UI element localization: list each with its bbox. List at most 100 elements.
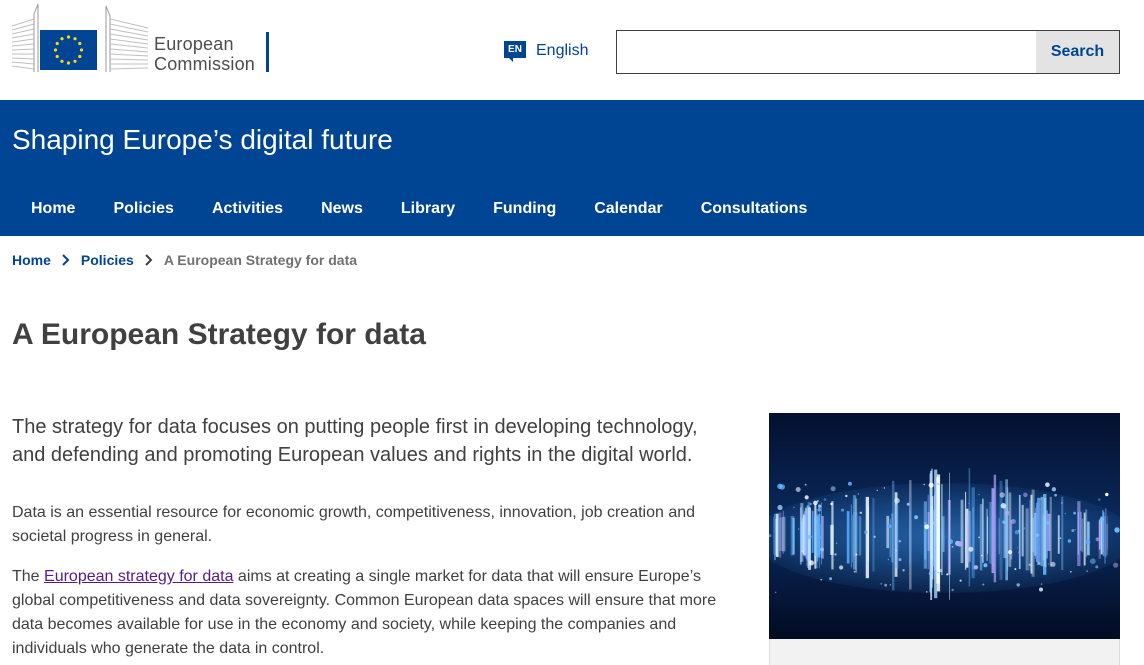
light-streak bbox=[1037, 497, 1041, 566]
language-badge-tail bbox=[508, 57, 513, 62]
light-dot bbox=[857, 493, 859, 495]
light-dot bbox=[1098, 498, 1101, 501]
light-dot bbox=[807, 534, 812, 539]
nav-item-policies[interactable]: Policies bbox=[94, 192, 192, 226]
light-streak bbox=[1077, 512, 1080, 555]
light-streak bbox=[941, 484, 943, 575]
light-dot bbox=[999, 492, 1005, 498]
light-dot bbox=[1046, 521, 1050, 525]
light-streak bbox=[1061, 496, 1064, 571]
light-dot bbox=[880, 582, 883, 585]
strategy-link[interactable]: European strategy for data bbox=[44, 568, 233, 585]
language-selector[interactable]: EN English bbox=[504, 41, 588, 62]
light-dot bbox=[898, 558, 902, 562]
nav-item-calendar[interactable]: Calendar bbox=[575, 192, 681, 226]
european-commission-logo[interactable]: European Commission bbox=[11, 3, 274, 74]
light-dot bbox=[928, 571, 934, 576]
light-dot bbox=[883, 487, 886, 489]
nav-item-activities[interactable]: Activities bbox=[193, 192, 302, 226]
light-dot bbox=[1051, 487, 1057, 492]
nav-item-news[interactable]: News bbox=[302, 192, 382, 226]
logo-line-2: Commission bbox=[154, 54, 256, 74]
body-paragraph-1: Data is an essential resource for econom… bbox=[12, 504, 696, 545]
light-dot bbox=[991, 563, 994, 566]
light-dot bbox=[1114, 527, 1120, 533]
light-dot bbox=[1010, 519, 1016, 524]
light-dot bbox=[820, 578, 823, 581]
data-visualization-image bbox=[754, 413, 1134, 639]
light-streak bbox=[892, 480, 895, 591]
light-streak bbox=[979, 504, 983, 571]
light-dot bbox=[1040, 583, 1043, 585]
light-streak bbox=[930, 470, 932, 596]
light-streak bbox=[1006, 495, 1008, 581]
light-dot bbox=[1074, 529, 1076, 531]
light-dot bbox=[978, 493, 980, 496]
light-streak bbox=[774, 513, 776, 561]
breadcrumb-home[interactable]: Home bbox=[12, 252, 51, 268]
nav-item-home[interactable]: Home bbox=[12, 192, 94, 226]
light-dot bbox=[808, 560, 814, 566]
light-dot bbox=[1016, 583, 1020, 587]
site-header: European Commission EN English Search bbox=[0, 0, 1144, 100]
light-dot bbox=[859, 511, 862, 514]
light-streak bbox=[1034, 507, 1036, 559]
search-form: Search bbox=[616, 30, 1120, 74]
flag-star bbox=[73, 59, 77, 63]
flag-star bbox=[53, 48, 58, 52]
light-dot bbox=[1064, 513, 1066, 515]
light-dot bbox=[1023, 492, 1028, 498]
light-dot bbox=[1023, 527, 1026, 530]
light-dot bbox=[1060, 502, 1063, 504]
light-streak bbox=[1107, 515, 1109, 550]
light-dot bbox=[798, 528, 800, 530]
light-streak bbox=[811, 510, 814, 553]
light-streak bbox=[853, 512, 855, 557]
breadcrumb-policies[interactable]: Policies bbox=[81, 252, 134, 268]
nav-item-library[interactable]: Library bbox=[382, 192, 474, 226]
light-dot bbox=[804, 483, 807, 486]
light-dot bbox=[777, 504, 783, 511]
light-streak bbox=[1057, 515, 1060, 554]
light-streak bbox=[993, 474, 997, 583]
nav-item-funding[interactable]: Funding bbox=[474, 192, 575, 226]
light-dot bbox=[817, 500, 819, 502]
search-input[interactable] bbox=[616, 30, 1036, 74]
lead-paragraph: The strategy for data focuses on putting… bbox=[12, 416, 698, 466]
light-streak bbox=[886, 515, 890, 549]
light-dot bbox=[983, 563, 988, 568]
light-streak bbox=[1029, 499, 1031, 571]
light-dot bbox=[1008, 550, 1013, 555]
light-dot bbox=[981, 554, 983, 557]
light-dot bbox=[847, 481, 852, 486]
flag-star bbox=[60, 59, 64, 63]
language-code: EN bbox=[504, 41, 526, 58]
light-dot bbox=[820, 547, 824, 552]
light-dot bbox=[1028, 563, 1031, 566]
light-dot bbox=[813, 500, 818, 506]
light-dot bbox=[1086, 570, 1088, 572]
light-dot bbox=[951, 545, 954, 548]
breadcrumb: Home Policies A European Strategy for da… bbox=[12, 252, 357, 268]
search-button[interactable]: Search bbox=[1036, 30, 1120, 74]
chevron-right-icon bbox=[58, 252, 74, 268]
light-streak bbox=[936, 474, 941, 592]
body-paragraph-2: The European strategy for data aims at c… bbox=[12, 565, 732, 661]
light-dot bbox=[1039, 587, 1043, 592]
light-streak bbox=[895, 504, 899, 569]
page-title: A European Strategy for data bbox=[12, 318, 426, 351]
light-dot bbox=[884, 583, 888, 587]
flag-star bbox=[79, 48, 84, 52]
light-dot bbox=[959, 579, 962, 582]
light-dot bbox=[819, 536, 823, 539]
site-banner: Shaping Europe’s digital future Home Pol… bbox=[0, 100, 1144, 236]
light-streak bbox=[949, 472, 950, 600]
nav-item-consultations[interactable]: Consultations bbox=[682, 192, 827, 226]
site-title[interactable]: Shaping Europe’s digital future bbox=[12, 124, 393, 156]
light-streak bbox=[858, 516, 862, 556]
light-dot bbox=[1071, 529, 1075, 533]
light-streak bbox=[792, 517, 795, 555]
light-dot bbox=[818, 504, 822, 508]
light-dot bbox=[864, 530, 868, 534]
light-streak bbox=[1105, 508, 1107, 558]
